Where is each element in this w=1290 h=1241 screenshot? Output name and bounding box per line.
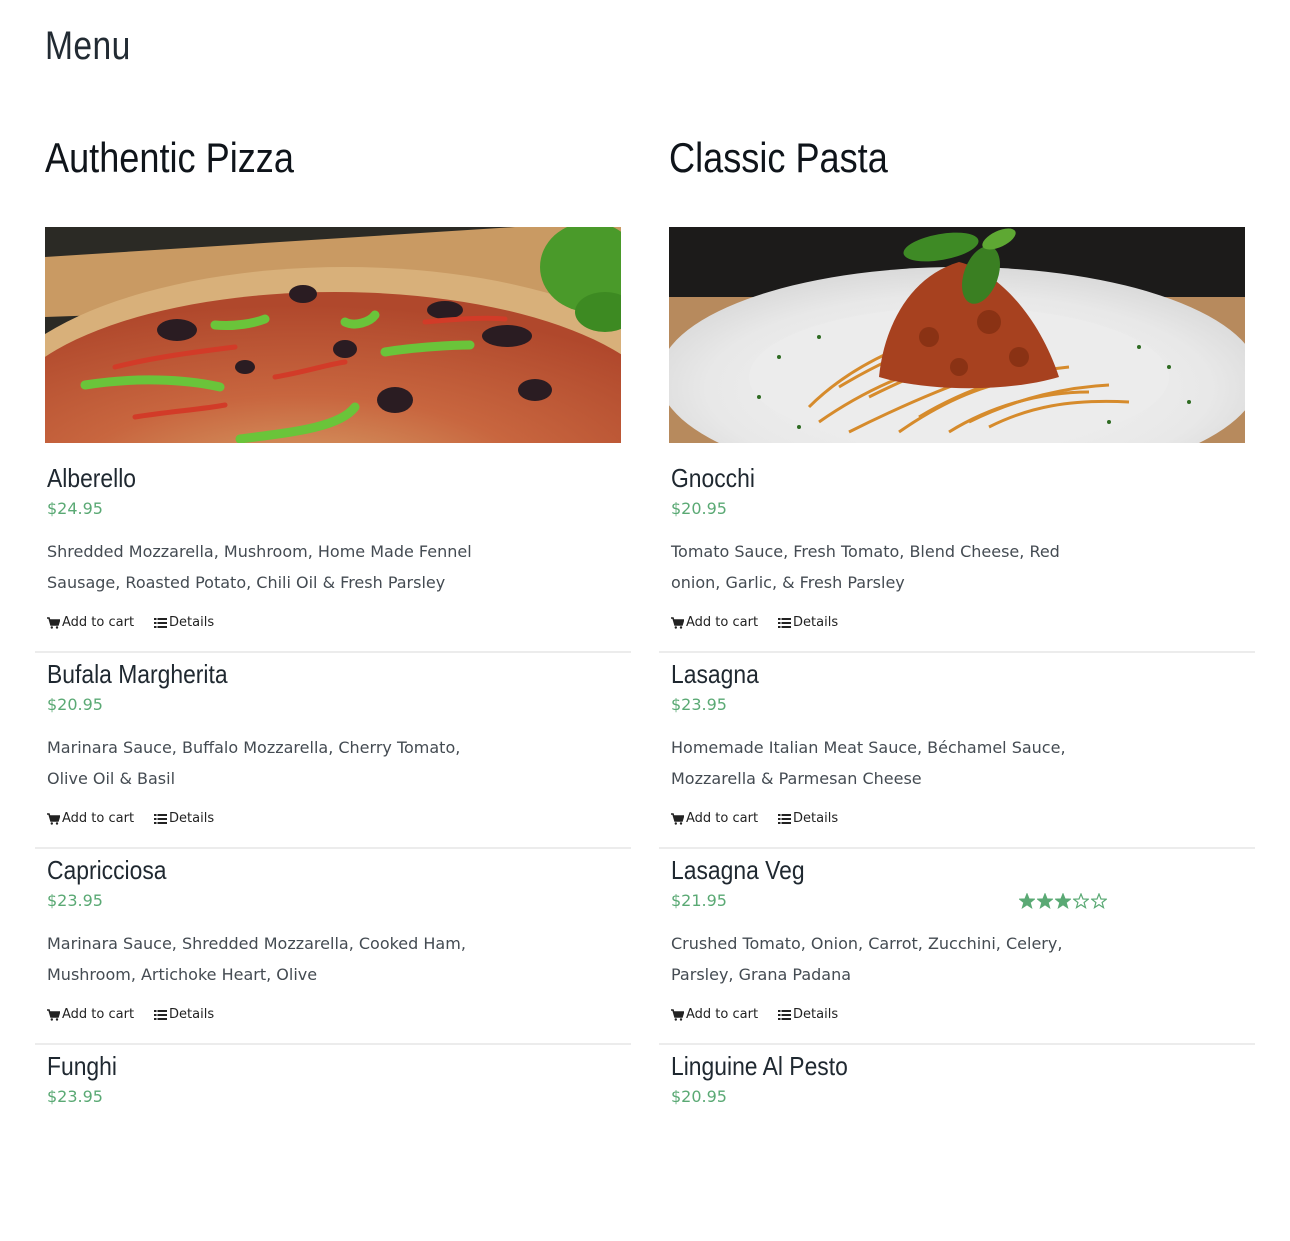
item-description: Tomato Sauce, Fresh Tomato, Blend Cheese…: [671, 536, 1121, 598]
description-line: onion, Garlic, & Fresh Parsley: [671, 573, 905, 592]
star-empty-icon: [1091, 893, 1107, 909]
description-line: Mushroom, Artichoke Heart, Olive: [47, 965, 318, 984]
item-price: $23.95: [47, 891, 103, 910]
item-actions: Add to cart Details: [671, 1006, 838, 1024]
add-to-cart-button[interactable]: Add to cart: [47, 810, 134, 828]
item-price: $23.95: [671, 695, 727, 714]
star-rating: [1019, 893, 1107, 909]
add-to-cart-button[interactable]: Add to cart: [671, 1006, 758, 1024]
details-button[interactable]: Details: [154, 1006, 214, 1024]
cart-icon: [671, 617, 684, 629]
list-icon: [778, 814, 792, 824]
details-button[interactable]: Details: [154, 614, 214, 632]
menu-item: Gnocchi $20.95 Tomato Sauce, Fresh Tomat…: [659, 457, 1255, 653]
details-label: Details: [169, 615, 215, 630]
item-name[interactable]: Alberello: [47, 461, 136, 495]
menu-item: Bufala Margherita $20.95 Marinara Sauce,…: [35, 653, 631, 849]
add-to-cart-label: Add to cart: [62, 615, 135, 630]
item-description: Marinara Sauce, Buffalo Mozzarella, Cher…: [47, 732, 497, 794]
item-actions: Add to cart Details: [47, 614, 214, 632]
add-to-cart-label: Add to cart: [686, 1007, 759, 1022]
item-name[interactable]: Lasagna Veg: [671, 853, 805, 887]
pasta-items: Gnocchi $20.95 Tomato Sauce, Fresh Tomat…: [659, 457, 1255, 1241]
category-title: Classic Pasta: [669, 134, 888, 181]
cart-icon: [671, 1009, 684, 1021]
description-line: Olive Oil & Basil: [47, 769, 176, 788]
star-filled-icon: [1055, 893, 1071, 909]
description-line: Mozzarella & Parmesan Cheese: [671, 769, 922, 788]
add-to-cart-label: Add to cart: [686, 811, 759, 826]
category-pizza: Authentic Pizza Alberello $24.95 Shredde…: [35, 130, 631, 1106]
item-actions: Add to cart Details: [671, 614, 838, 632]
item-name[interactable]: Funghi: [47, 1049, 117, 1083]
item-description: Homemade Italian Meat Sauce, Béchamel Sa…: [671, 732, 1121, 794]
list-icon: [154, 618, 168, 628]
cart-icon: [671, 813, 684, 825]
pizza-image: [45, 227, 621, 443]
cart-icon: [47, 813, 60, 825]
item-name[interactable]: Linguine Al Pesto: [671, 1049, 848, 1083]
star-filled-icon: [1019, 893, 1035, 909]
pasta-image: [669, 227, 1245, 443]
description-line: Marinara Sauce, Shredded Mozzarella, Coo…: [47, 934, 466, 953]
item-price: $23.95: [47, 1087, 103, 1106]
item-description: Crushed Tomato, Onion, Carrot, Zucchini,…: [671, 928, 1121, 990]
item-actions: Add to cart Details: [47, 810, 214, 828]
star-filled-icon: [1037, 893, 1053, 909]
cart-icon: [47, 617, 60, 629]
item-price: $20.95: [47, 695, 103, 714]
item-description: Shredded Mozzarella, Mushroom, Home Made…: [47, 536, 497, 598]
details-label: Details: [169, 811, 215, 826]
list-icon: [778, 1010, 792, 1020]
item-description: Marinara Sauce, Shredded Mozzarella, Coo…: [47, 928, 497, 990]
details-label: Details: [793, 811, 839, 826]
details-label: Details: [793, 615, 839, 630]
description-line: Tomato Sauce, Fresh Tomato, Blend Cheese…: [671, 542, 1060, 561]
menu-item: Linguine Al Pesto $20.95: [659, 1045, 1255, 1241]
menu-item: Lasagna Veg $21.95 Crushed Tomato, Onion…: [659, 849, 1255, 1045]
menu-item: Funghi $23.95: [35, 1045, 631, 1241]
item-price: $20.95: [671, 499, 727, 518]
add-to-cart-label: Add to cart: [686, 615, 759, 630]
description-line: Parsley, Grana Padana: [671, 965, 852, 984]
add-to-cart-label: Add to cart: [62, 1007, 135, 1022]
category-pasta: Classic Pasta Gnocchi $20.95 Tomato Sauc…: [659, 130, 1255, 1106]
menu-item: Alberello $24.95 Shredded Mozzarella, Mu…: [35, 457, 631, 653]
list-icon: [154, 1010, 168, 1020]
star-empty-icon: [1073, 893, 1089, 909]
cart-icon: [47, 1009, 60, 1021]
list-icon: [778, 618, 792, 628]
category-title: Authentic Pizza: [45, 134, 294, 181]
add-to-cart-button[interactable]: Add to cart: [671, 614, 758, 632]
item-price: $21.95: [671, 891, 727, 910]
page-title: Menu: [45, 24, 131, 68]
details-button[interactable]: Details: [778, 810, 838, 828]
details-button[interactable]: Details: [778, 1006, 838, 1024]
description-line: Homemade Italian Meat Sauce, Béchamel Sa…: [671, 738, 1066, 757]
item-price: $20.95: [671, 1087, 727, 1106]
add-to-cart-button[interactable]: Add to cart: [671, 810, 758, 828]
details-label: Details: [793, 1007, 839, 1022]
pizza-items: Alberello $24.95 Shredded Mozzarella, Mu…: [35, 457, 631, 1241]
add-to-cart-label: Add to cart: [62, 811, 135, 826]
description-line: Marinara Sauce, Buffalo Mozzarella, Cher…: [47, 738, 461, 757]
item-actions: Add to cart Details: [47, 1006, 214, 1024]
details-button[interactable]: Details: [154, 810, 214, 828]
description-line: Shredded Mozzarella, Mushroom, Home Made…: [47, 542, 472, 561]
details-button[interactable]: Details: [778, 614, 838, 632]
item-name[interactable]: Gnocchi: [671, 461, 755, 495]
menu-item: Capricciosa $23.95 Marinara Sauce, Shred…: [35, 849, 631, 1045]
item-name[interactable]: Capricciosa: [47, 853, 167, 887]
description-line: Crushed Tomato, Onion, Carrot, Zucchini,…: [671, 934, 1063, 953]
description-line: Sausage, Roasted Potato, Chili Oil & Fre…: [47, 573, 446, 592]
add-to-cart-button[interactable]: Add to cart: [47, 614, 134, 632]
item-name[interactable]: Lasagna: [671, 657, 759, 691]
item-price: $24.95: [47, 499, 103, 518]
list-icon: [154, 814, 168, 824]
item-actions: Add to cart Details: [671, 810, 838, 828]
item-name[interactable]: Bufala Margherita: [47, 657, 228, 691]
add-to-cart-button[interactable]: Add to cart: [47, 1006, 134, 1024]
menu-item: Lasagna $23.95 Homemade Italian Meat Sau…: [659, 653, 1255, 849]
details-label: Details: [169, 1007, 215, 1022]
